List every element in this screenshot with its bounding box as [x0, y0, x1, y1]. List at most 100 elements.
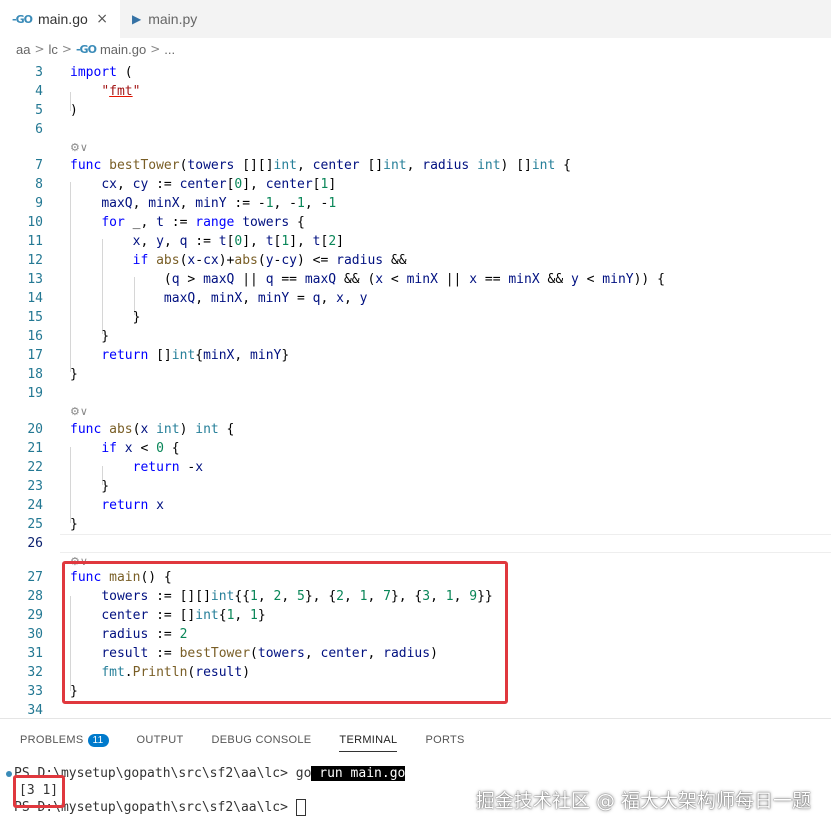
code-text: cx, cy := center[0], center[1]: [101, 177, 337, 192]
line-number: 21: [27, 441, 43, 456]
code-line: 7 func bestTower(towers [][]int, center …: [0, 156, 831, 175]
line-number: 3: [35, 65, 43, 80]
line-number: 20: [27, 422, 43, 437]
code-text: ): [70, 103, 78, 118]
code-line: 14 maxQ, minX, minY = q, x, y: [0, 289, 831, 308]
code-text: if abs(x-cx)+abs(y-cy) <= radius &&: [132, 253, 407, 268]
tab-output[interactable]: OUTPUT: [137, 729, 184, 751]
code-line: 12 if abs(x-cx)+abs(y-cy) <= radius &&: [0, 251, 831, 270]
breadcrumb-item-aa[interactable]: aa: [16, 42, 30, 57]
terminal-command-selected: run main.go: [311, 766, 406, 781]
code-text: return x: [101, 498, 164, 513]
line-number: 18: [27, 367, 43, 382]
line-number: 24: [27, 498, 43, 513]
code-text: }: [70, 367, 78, 382]
line-number: 14: [27, 291, 43, 306]
highlight-box-main-func: [62, 561, 508, 704]
line-number: 12: [27, 253, 43, 268]
close-icon[interactable]: ×: [96, 11, 108, 27]
code-text: }: [70, 517, 78, 532]
breadcrumb-item-main-go[interactable]: main.go: [100, 42, 146, 57]
tab-terminal[interactable]: TERMINAL: [339, 729, 398, 752]
problems-count-badge: 11: [87, 733, 109, 747]
line-number: 5: [35, 103, 43, 118]
line-number: 33: [27, 684, 43, 699]
tab-debug-console[interactable]: DEBUG CONSOLE: [212, 729, 312, 751]
tab-main-go[interactable]: -GO main.go ×: [0, 0, 120, 38]
code-line: 13 (q > maxQ || q == maxQ && (x < minX |…: [0, 270, 831, 289]
line-number: 32: [27, 665, 43, 680]
terminal-line[interactable]: PS D:\mysetup\gopath\src\sf2\aa\lc> go r…: [6, 765, 406, 783]
tab-label: PROBLEMS: [20, 734, 84, 746]
code-text: maxQ, minX, minY := -1, -1, -1: [101, 196, 337, 211]
code-text: maxQ, minX, minY = q, x, y: [163, 291, 368, 306]
tab-main-py[interactable]: ▶ main.py: [120, 0, 226, 38]
code-line: 6: [0, 120, 831, 139]
line-number: 13: [27, 272, 43, 287]
line-number: 10: [27, 215, 43, 230]
code-text: return []int{minX, minY}: [101, 348, 290, 363]
tab-label: main.go: [37, 11, 88, 27]
tab-label: OUTPUT: [136, 734, 184, 746]
code-line: 9 maxQ, minX, minY := -1, -1, -1: [0, 194, 831, 213]
line-number: 28: [27, 589, 43, 604]
breadcrumb-separator: >: [34, 42, 45, 56]
breadcrumb-separator: >: [150, 42, 161, 56]
code-text: for _, t := range towers {: [101, 215, 305, 230]
line-number: 27: [27, 570, 43, 585]
code-text: func abs(x int) int {: [70, 422, 235, 437]
python-icon: ▶: [132, 12, 142, 26]
line-number: 9: [35, 196, 43, 211]
terminal-command: go: [295, 766, 312, 781]
code-line: 19: [0, 384, 831, 403]
line-number: 31: [27, 646, 43, 661]
code-line: 22 return -x: [0, 458, 831, 477]
breadcrumb-item-more[interactable]: ...: [164, 42, 175, 57]
code-text: return -x: [132, 460, 204, 475]
tab-ports[interactable]: PORTS: [425, 729, 464, 751]
code-text: }: [70, 479, 110, 494]
code-text: }: [70, 329, 110, 344]
watermark: 掘金技术社区 @ 福大大架构师每日一题: [475, 790, 811, 812]
tab-label: PORTS: [425, 734, 465, 746]
code-line: 3 import (: [0, 63, 831, 82]
code-line: 23 }: [0, 477, 831, 496]
line-number: 25: [27, 517, 43, 532]
code-line: 11 x, y, q := t[0], t[1], t[2]: [0, 232, 831, 251]
code-line: 20 func abs(x int) int {: [0, 420, 831, 439]
go-icon: -GO: [75, 42, 97, 56]
code-line: 15 }: [0, 308, 831, 327]
code-line: 26: [0, 534, 831, 553]
code-text: }: [70, 310, 141, 325]
line-number: 11: [27, 234, 43, 249]
code-line: 17 return []int{minX, minY}: [0, 346, 831, 365]
code-lens-gear-icon[interactable]: ⚙∨: [70, 404, 88, 420]
line-number: 29: [27, 608, 43, 623]
code-line: 18 }: [0, 365, 831, 384]
code-text: (q > maxQ || q == maxQ && (x < minX || x…: [70, 272, 665, 287]
code-line: 16 }: [0, 327, 831, 346]
terminal-cursor: [295, 799, 306, 816]
code-line: 4 "fmt": [0, 82, 831, 101]
code-text: func bestTower(towers [][]int, center []…: [70, 158, 571, 173]
code-line: 21 if x < 0 {: [0, 439, 831, 458]
code-line: 5 ): [0, 101, 831, 120]
line-number: 26: [27, 536, 43, 551]
line-number: 17: [27, 348, 43, 363]
tab-problems[interactable]: PROBLEMS 11: [20, 729, 109, 751]
code-line: 8 cx, cy := center[0], center[1]: [0, 175, 831, 194]
code-line: 24 return x: [0, 496, 831, 515]
line-number: 7: [35, 158, 43, 173]
line-number: 8: [35, 177, 43, 192]
highlight-box-output: [13, 775, 65, 808]
code-lens-gear-icon[interactable]: ⚙∨: [70, 140, 88, 156]
code-line: 10 for _, t := range towers {: [0, 213, 831, 232]
line-number: 16: [27, 329, 43, 344]
line-number: 4: [35, 84, 43, 99]
breadcrumb-separator: >: [61, 42, 72, 56]
breadcrumb-item-lc[interactable]: lc: [49, 42, 58, 57]
code-text: x, y, q := t[0], t[1], t[2]: [132, 234, 344, 249]
tab-label: TERMINAL: [339, 734, 398, 746]
code-text: "fmt": [101, 84, 141, 99]
line-number: 23: [27, 479, 43, 494]
